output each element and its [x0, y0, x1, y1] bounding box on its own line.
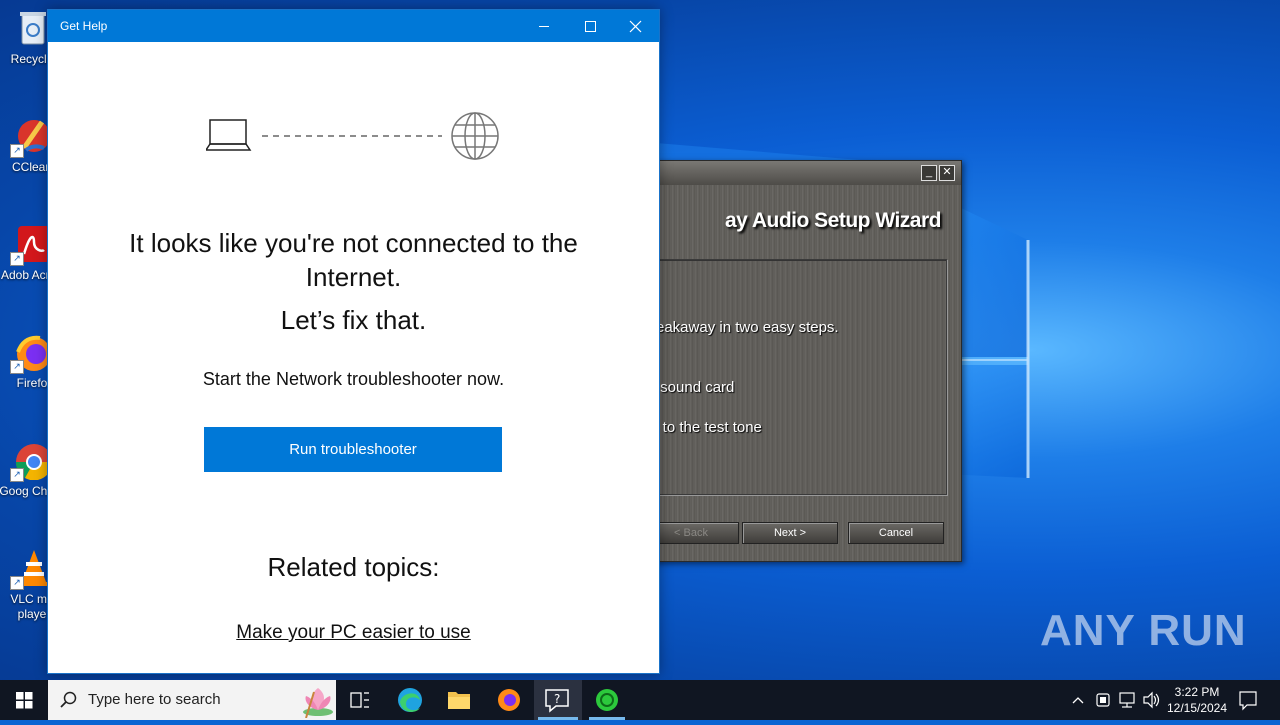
search-highlight-lotus-icon [303, 688, 333, 718]
search-placeholder: Type here to search [88, 691, 221, 708]
get-help-content: It looks like you're not connected to th… [48, 42, 659, 673]
minimize-button[interactable] [521, 10, 567, 42]
window-title: Get Help [60, 19, 108, 33]
notifications-button[interactable] [1234, 680, 1262, 720]
wizard-step-2-text: y to the test tone [651, 419, 762, 436]
taskbar-firefox[interactable] [485, 680, 533, 720]
anyrun-watermark: ANY RUN [1040, 606, 1247, 655]
volume-button[interactable] [1140, 680, 1162, 720]
taskbar-get-help-active[interactable]: ? [534, 680, 582, 720]
speaker-icon [1143, 691, 1160, 709]
taskbar-clock[interactable]: 3:22 PM 12/15/2024 [1160, 684, 1234, 716]
search-icon [60, 691, 77, 708]
close-icon [629, 20, 642, 33]
wizard-step-1-text: r sound card [651, 379, 735, 396]
shortcut-arrow-icon: ↗ [10, 252, 24, 266]
wizard-next-button[interactable]: Next > [742, 522, 838, 544]
adobe-acrobat-icon: ↗ [10, 224, 52, 266]
file-explorer-icon [448, 692, 470, 709]
firefox-icon: ↗ [10, 332, 52, 374]
wizard-close-button[interactable]: ✕ [939, 165, 955, 181]
clock-date: 12/15/2024 [1166, 701, 1228, 715]
taskbar-breakaway-app[interactable] [583, 680, 631, 720]
laptop-icon [206, 119, 252, 151]
tray-app-icon[interactable] [1092, 680, 1114, 720]
taskbar-file-explorer[interactable] [435, 680, 483, 720]
clock-time: 3:22 PM [1174, 685, 1220, 699]
wizard-intro-text: reakaway in two easy steps. [651, 319, 839, 336]
maximize-icon [585, 21, 596, 32]
close-button[interactable] [613, 10, 659, 42]
fix-subheading: Let’s fix that. [280, 305, 427, 335]
get-help-titlebar[interactable]: Get Help [48, 10, 659, 42]
edge-icon [398, 688, 422, 712]
task-view-button[interactable] [336, 680, 384, 720]
run-troubleshooter-button[interactable]: Run troubleshooter [204, 427, 502, 472]
ccleaner-icon: ↗ [10, 116, 52, 158]
wizard-titlebar[interactable] [621, 161, 961, 185]
notification-icon [1239, 691, 1257, 711]
firefox-icon [498, 689, 520, 711]
taskbar-search-box[interactable]: Type here to search [48, 680, 336, 720]
globe-icon [451, 112, 499, 160]
wizard-content-panel [633, 259, 947, 495]
windows-logo-icon [16, 692, 33, 709]
wizard-cancel-button[interactable]: Cancel [848, 522, 944, 544]
network-icon [1119, 692, 1135, 708]
taskbar: Type here to search ? 3:22 PM 12/15/2024 [0, 680, 1280, 720]
network-status-button[interactable] [1116, 680, 1138, 720]
shortcut-arrow-icon: ↗ [10, 468, 24, 482]
shortcut-arrow-icon: ↗ [10, 144, 24, 158]
svg-text:?: ? [554, 692, 560, 706]
minimize-icon [539, 26, 549, 27]
recycle-bin-icon [12, 8, 52, 48]
get-help-window[interactable]: Get Help It looks like you're not connec… [47, 9, 660, 674]
get-help-icon: ? [538, 689, 578, 720]
audio-setup-wizard-window[interactable]: _ ✕ ay Audio Setup Wizard reakaway in tw… [620, 160, 962, 562]
task-view-icon [350, 692, 369, 708]
shortcut-arrow-icon: ↗ [10, 360, 24, 374]
maximize-button[interactable] [567, 10, 613, 42]
shortcut-arrow-icon: ↗ [10, 576, 24, 590]
no-internet-heading: It looks like you're not connected to th… [129, 228, 578, 292]
make-pc-easier-link[interactable]: Make your PC easier to use [236, 622, 470, 643]
taskbar-edge[interactable] [386, 680, 434, 720]
troubleshooter-description: Start the Network troubleshooter now. [202, 369, 505, 389]
vlc-icon: ↗ [10, 548, 52, 590]
network-connection-illustration [206, 112, 499, 160]
show-hidden-icons-button[interactable] [1068, 680, 1088, 720]
wizard-heading: ay Audio Setup Wizard [724, 209, 942, 232]
related-topic-link-container: Make your PC easier to use [48, 622, 659, 644]
start-button[interactable] [0, 680, 48, 720]
tray-device-icon [1096, 693, 1110, 707]
chrome-icon: ↗ [10, 440, 53, 482]
wizard-minimize-button[interactable]: _ [921, 165, 937, 181]
chevron-up-icon [1072, 697, 1084, 704]
breakaway-app-icon [589, 689, 625, 720]
related-topics-heading: Related topics: [267, 552, 440, 582]
